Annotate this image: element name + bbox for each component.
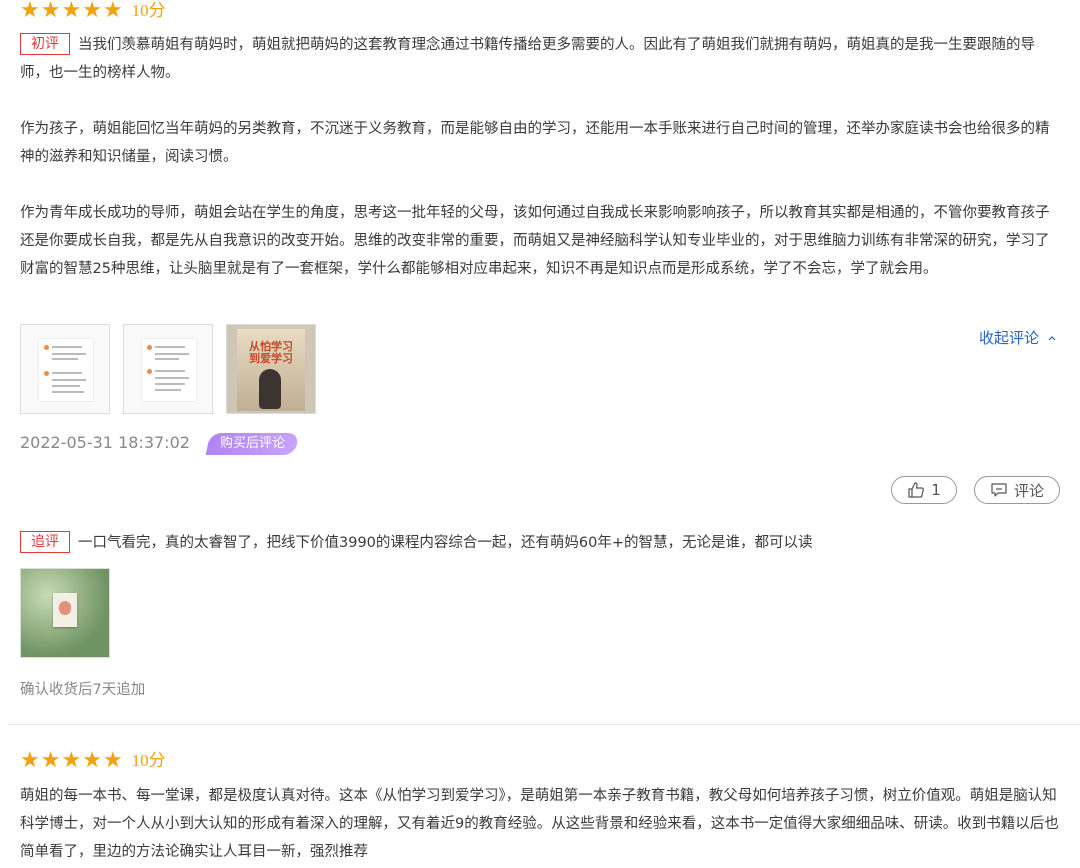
- review1-paragraph-3: 作为青年成长成功的导师，萌姐会站在学生的角度，思考这一批年轻的父母，该如何通过自…: [20, 205, 1050, 277]
- followup-review-tag: 追评: [20, 531, 70, 553]
- book-cover-photo: 从怕学习 到爱学习: [237, 329, 305, 411]
- like-count: 1: [931, 481, 941, 499]
- star-icon: ★: [20, 0, 40, 23]
- comment-icon: [991, 483, 1007, 497]
- star-icon: ★: [82, 0, 102, 23]
- star-icon: ★: [20, 748, 40, 773]
- person-figure: [259, 369, 281, 409]
- review-image-thumb-3[interactable]: 从怕学习 到爱学习: [226, 324, 316, 414]
- comment-label: 评论: [1013, 481, 1044, 500]
- followup-review: 追评 一口气看完，真的太睿智了，把线下价值3990的课程内容综合一起，还有萌妈60…: [20, 529, 1060, 557]
- thumbs-up-icon: [908, 482, 925, 498]
- review-divider: [8, 724, 1080, 725]
- review-image-thumb-2[interactable]: [123, 324, 213, 414]
- star-icon: ★: [102, 0, 123, 23]
- comment-button[interactable]: 评论: [974, 476, 1060, 504]
- review1-score: 10分: [131, 1, 166, 20]
- like-button[interactable]: 1: [891, 476, 957, 504]
- chevron-up-icon: [1048, 335, 1056, 340]
- review1-rating: ★ ★ ★ ★ ★ 10分: [20, 0, 166, 22]
- review2-paragraph: 萌姐的每一本书、每一堂课，都是极度认真对待。这本《从怕学习到爱学习》，是萌姐第一…: [20, 788, 1059, 860]
- collapse-review-button[interactable]: 收起评论: [979, 327, 1057, 348]
- review1-paragraph-1: 初评 当我们羡慕萌姐有萌妈时，萌姐就把萌妈的这套教育理念通过书籍传播给更多需要的人…: [20, 31, 1060, 87]
- star-icon: ★: [102, 748, 123, 773]
- review-timestamp: 2022-05-31 18:37:02: [20, 433, 190, 452]
- followup-review-text: 一口气看完，真的太睿智了，把线下价值3990的课程内容综合一起，还有萌妈60年+…: [78, 535, 813, 551]
- star-icon: ★: [40, 0, 61, 23]
- review-image-thumb-1[interactable]: [20, 324, 110, 414]
- initial-review-tag: 初评: [20, 33, 70, 55]
- star-icon: ★: [61, 748, 82, 773]
- review1-paragraph-2: 作为孩子，萌姐能回忆当年萌妈的另类教育，不沉迷于义务教育，而是能够自由的学习，还…: [20, 121, 1050, 165]
- followup-image-thumb[interactable]: [20, 568, 110, 658]
- review2-rating: ★ ★ ★ ★ ★ 10分: [20, 750, 166, 772]
- review2-score: 10分: [131, 751, 166, 770]
- star-icon: ★: [82, 748, 102, 773]
- followup-note: 确认收货后7天追加: [20, 682, 146, 698]
- collapse-review-label: 收起评论: [979, 329, 1040, 347]
- review1-text-1: 当我们羡慕萌姐有萌妈时，萌姐就把萌妈的这套教育理念通过书籍传播给更多需要的人。因…: [20, 37, 1035, 81]
- star-icon: ★: [40, 748, 61, 773]
- book-cover-title: 从怕学习 到爱学习: [249, 340, 293, 365]
- purchase-review-badge: 购买后评论: [205, 433, 300, 455]
- book-in-hand: [53, 593, 77, 627]
- star-icon: ★: [61, 0, 82, 23]
